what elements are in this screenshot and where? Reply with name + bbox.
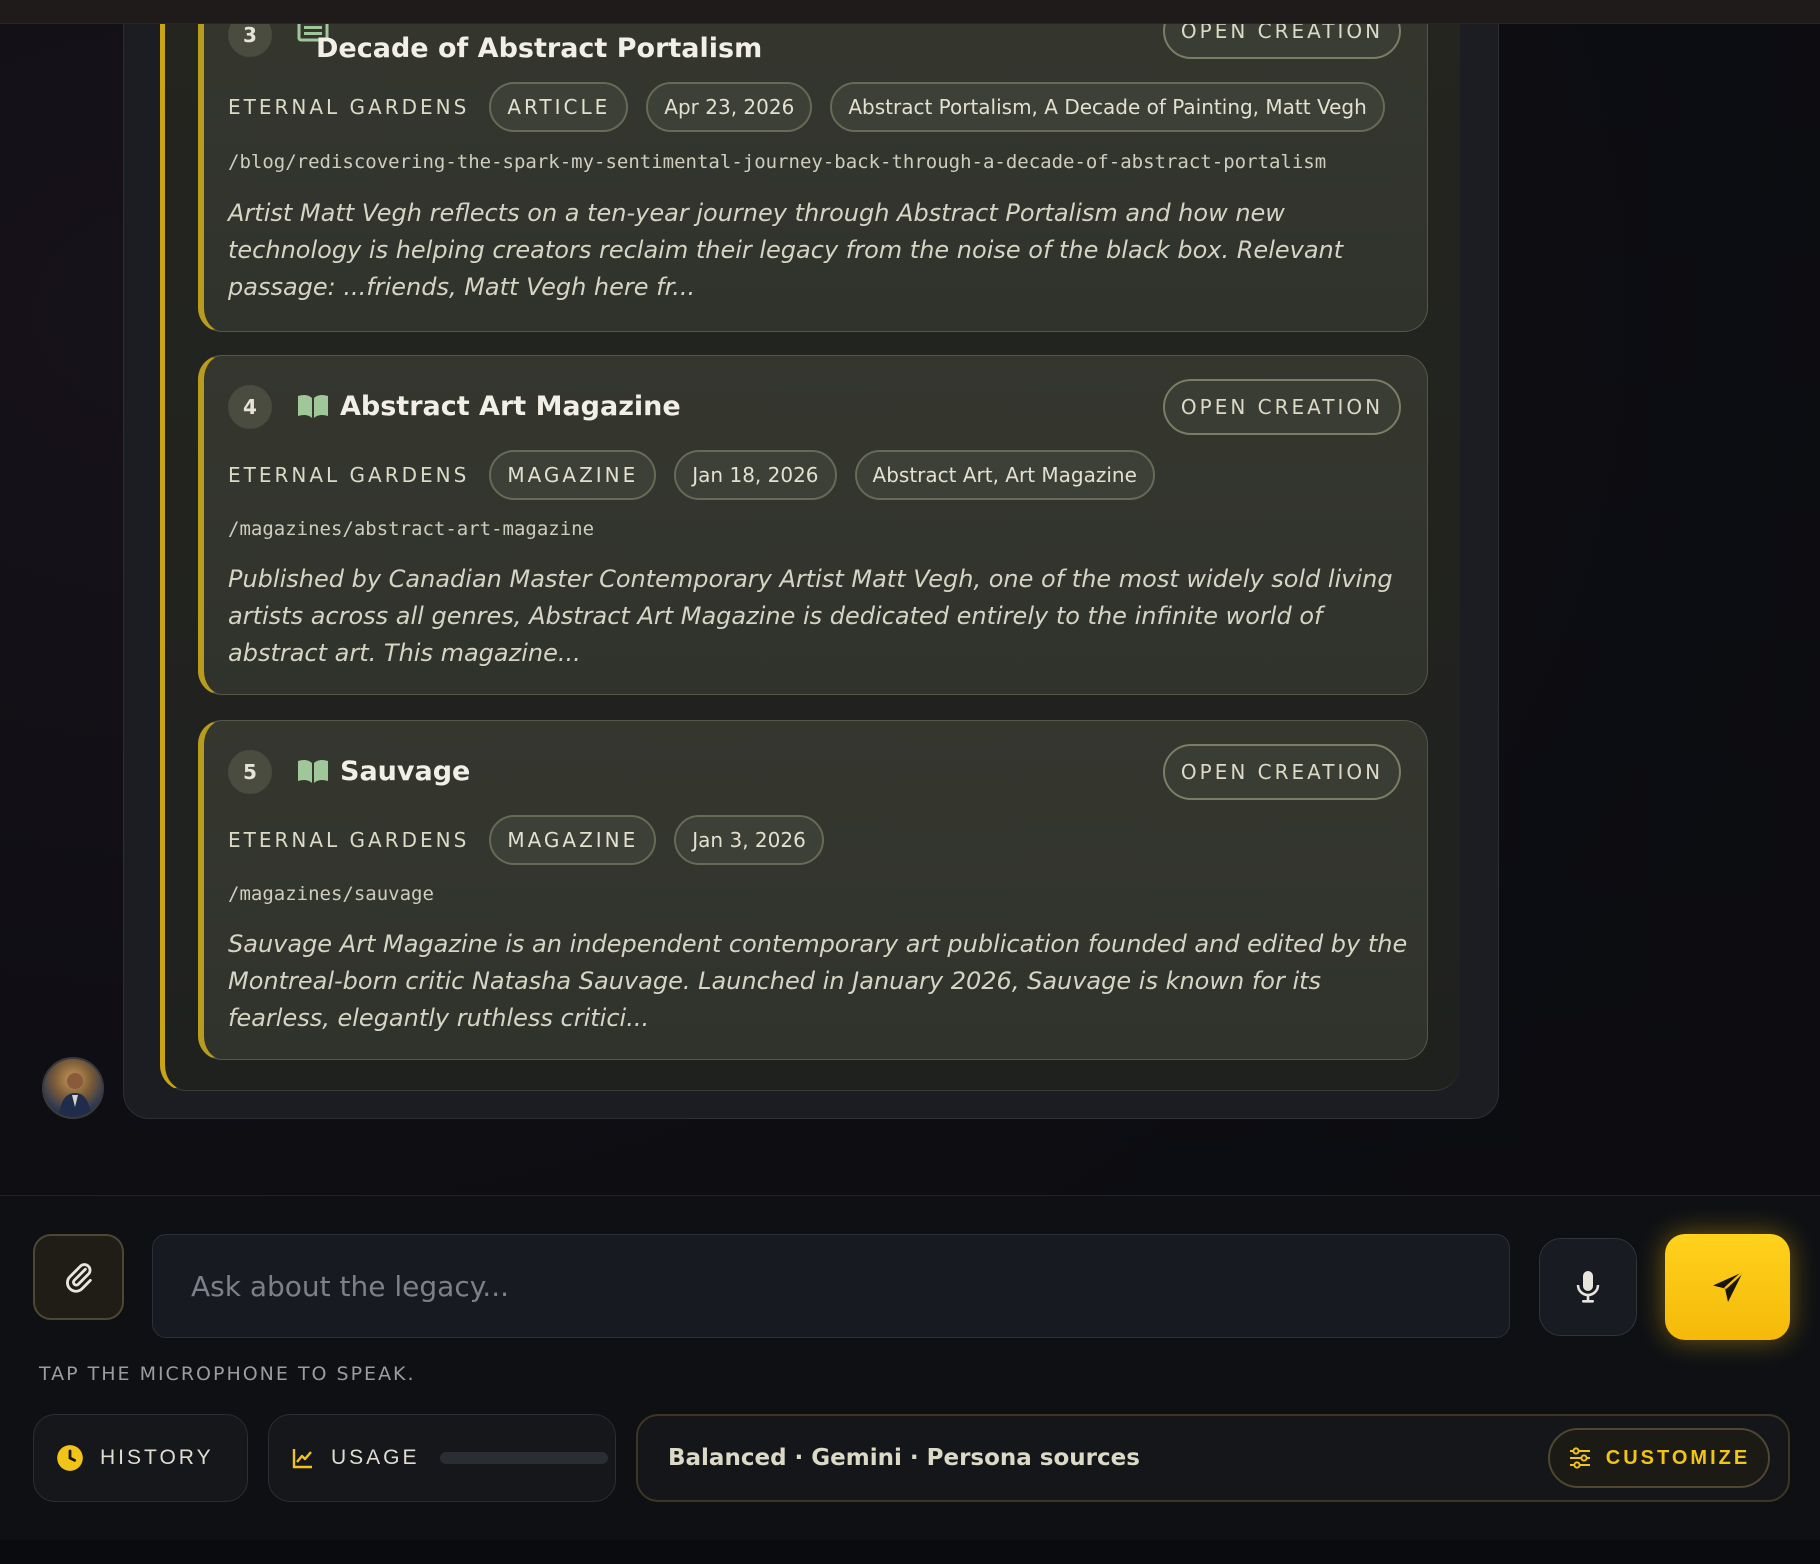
result-date-badge: Jan 18, 2026 xyxy=(674,450,837,500)
microphone-hint: TAP THE MICROPHONE TO SPEAK. xyxy=(39,1363,416,1385)
result-site: ETERNAL GARDENS xyxy=(228,95,470,119)
usage-progress-bar xyxy=(439,1452,608,1464)
customize-label: CUSTOMIZE xyxy=(1605,1446,1751,1469)
result-title: Abstract Art Magazine xyxy=(340,391,681,422)
result-meta: ETERNAL GARDENS ARTICLE Apr 23, 2026 Abs… xyxy=(228,82,1385,132)
result-number: 4 xyxy=(228,385,272,429)
result-site: ETERNAL GARDENS xyxy=(228,463,470,487)
chart-line-icon xyxy=(292,1449,312,1469)
ask-input[interactable] xyxy=(152,1234,1510,1338)
top-bar xyxy=(0,0,1820,24)
result-meta: ETERNAL GARDENS MAGAZINE Jan 3, 2026 xyxy=(228,815,824,865)
send-button[interactable] xyxy=(1665,1234,1790,1340)
result-path[interactable]: /magazines/abstract-art-magazine xyxy=(228,518,594,540)
send-icon xyxy=(1712,1271,1744,1302)
model-settings-bar[interactable]: Balanced · Gemini · Persona sources CUST… xyxy=(636,1414,1790,1502)
result-tags-badge: Abstract Art, Art Magazine xyxy=(854,450,1155,500)
result-type-badge: MAGAZINE xyxy=(489,450,657,500)
history-button[interactable]: HISTORY xyxy=(33,1414,248,1502)
open-creation-button[interactable]: OPEN CREATION xyxy=(1163,379,1401,435)
result-site: ETERNAL GARDENS xyxy=(228,828,470,852)
result-title: Sauvage xyxy=(340,756,471,787)
result-meta: ETERNAL GARDENS MAGAZINE Jan 18, 2026 Ab… xyxy=(228,450,1155,500)
result-date-badge: Jan 3, 2026 xyxy=(674,815,824,865)
result-card: 3 Decade of Abstract Portalism OPEN CREA… xyxy=(198,0,1428,332)
result-date-badge: Apr 23, 2026 xyxy=(646,82,813,132)
result-type-badge: ARTICLE xyxy=(489,82,629,132)
result-type-badge: MAGAZINE xyxy=(489,815,657,865)
result-path[interactable]: /blog/rediscovering-the-spark-my-sentime… xyxy=(228,151,1326,173)
clock-icon xyxy=(57,1445,83,1471)
usage-label: USAGE xyxy=(331,1446,420,1469)
book-icon xyxy=(298,759,328,783)
sliders-icon xyxy=(1569,1447,1590,1469)
settings-summary: Balanced · Gemini · Persona sources xyxy=(668,1445,1140,1471)
result-card: 5 Sauvage OPEN CREATION ETERNAL GARDENS … xyxy=(198,720,1428,1060)
paperclip-icon xyxy=(65,1263,92,1293)
result-excerpt: Artist Matt Vegh reflects on a ten-year … xyxy=(228,199,1344,301)
result-title: Decade of Abstract Portalism xyxy=(316,33,763,64)
avatar xyxy=(42,1057,104,1119)
bottom-edge xyxy=(0,1540,1820,1564)
microphone-icon xyxy=(1576,1271,1600,1303)
history-label: HISTORY xyxy=(100,1446,214,1469)
customize-button[interactable]: CUSTOMIZE xyxy=(1548,1428,1770,1488)
open-creation-button[interactable]: OPEN CREATION xyxy=(1163,744,1401,800)
book-icon xyxy=(298,394,328,418)
attach-button[interactable] xyxy=(33,1234,124,1320)
result-tags-badge: Abstract Portalism, A Decade of Painting… xyxy=(830,82,1385,132)
result-excerpt: Published by Canadian Master Contemporar… xyxy=(228,565,1393,667)
result-path[interactable]: /magazines/sauvage xyxy=(228,883,434,905)
result-card: 4 Abstract Art Magazine OPEN CREATION ET… xyxy=(198,355,1428,695)
microphone-button[interactable] xyxy=(1539,1238,1637,1336)
usage-button[interactable]: USAGE xyxy=(268,1414,616,1502)
result-number: 5 xyxy=(228,750,272,794)
result-excerpt: Sauvage Art Magazine is an independent c… xyxy=(228,930,1408,1032)
